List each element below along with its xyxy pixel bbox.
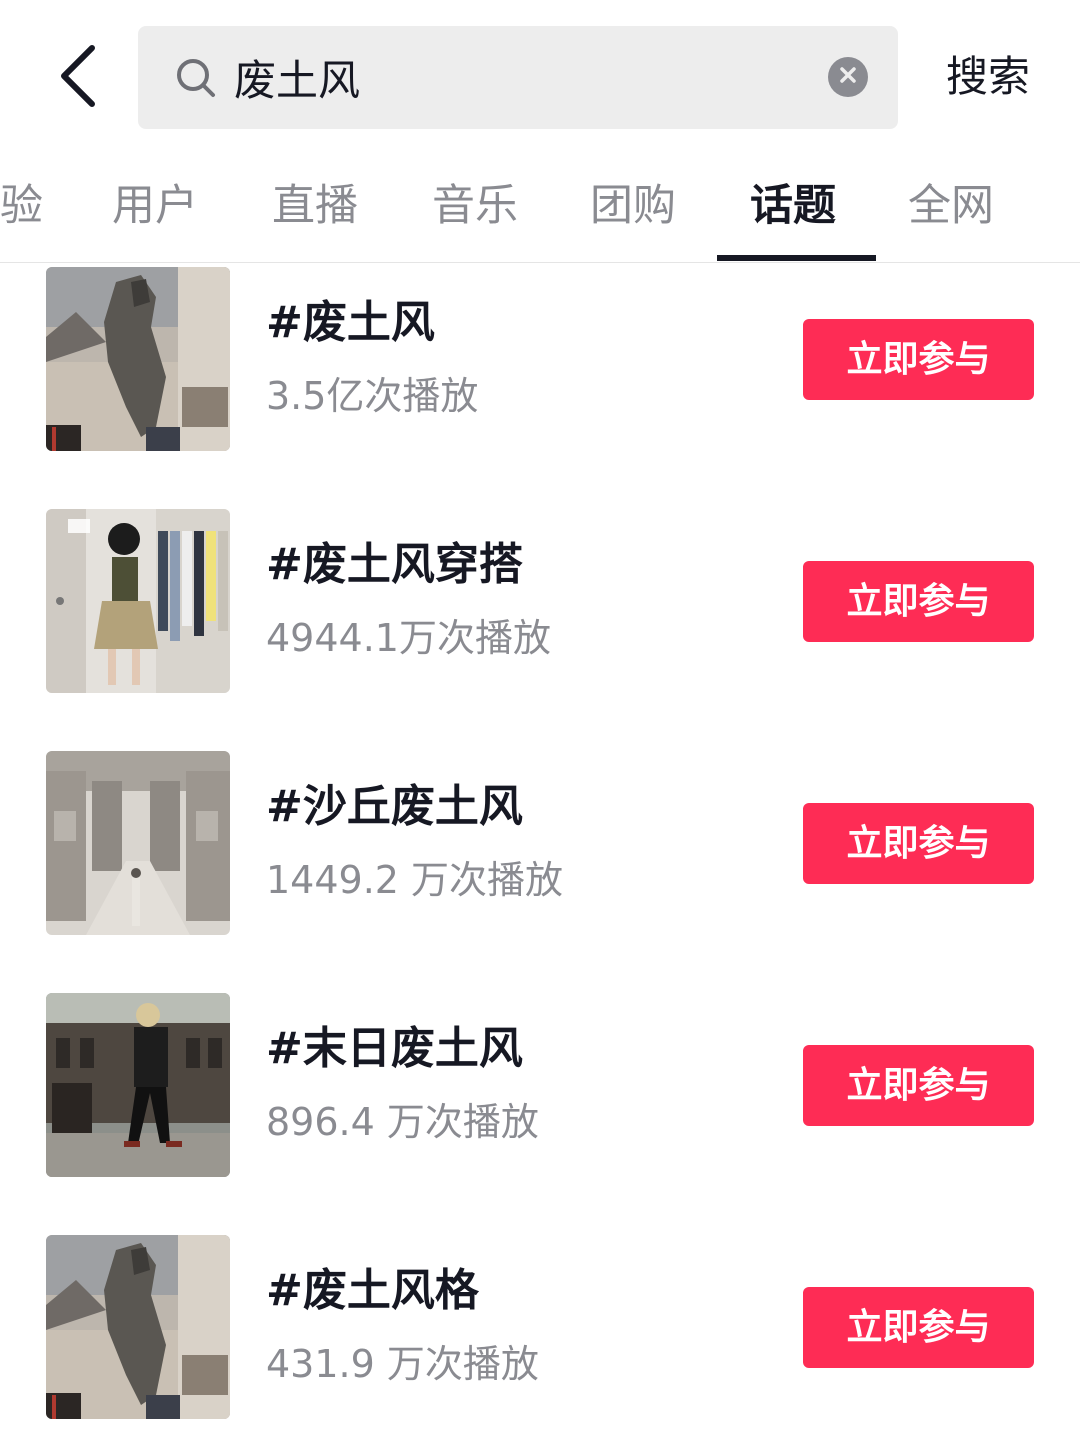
topic-thumbnail[interactable] xyxy=(46,267,230,451)
category-tabs: 验 用户 直播 音乐 团购 话题 全网 xyxy=(0,150,1080,263)
tab-all-web[interactable]: 全网 xyxy=(908,176,994,236)
topic-row[interactable]: #末日废土风 896.4 万次播放 立即参与 xyxy=(0,993,1080,1179)
topic-thumbnail[interactable] xyxy=(46,993,230,1177)
search-input[interactable] xyxy=(234,42,794,112)
join-topic-button[interactable]: 立即参与 xyxy=(803,803,1034,884)
tab-group-buy[interactable]: 团购 xyxy=(590,176,676,236)
close-icon xyxy=(839,66,857,88)
topic-thumbnail[interactable] xyxy=(46,509,230,693)
topic-play-count: 4944.1万次播放 xyxy=(266,616,551,660)
join-topic-button[interactable]: 立即参与 xyxy=(803,561,1034,642)
topic-thumbnail[interactable] xyxy=(46,751,230,935)
topic-title[interactable]: #废土风穿搭 xyxy=(266,535,523,595)
active-tab-indicator xyxy=(717,255,876,261)
join-topic-button[interactable]: 立即参与 xyxy=(803,319,1034,400)
tab-music[interactable]: 音乐 xyxy=(432,176,518,236)
topic-play-count: 896.4 万次播放 xyxy=(266,1100,539,1144)
back-button[interactable] xyxy=(48,40,108,116)
search-icon xyxy=(174,56,218,100)
chevron-left-icon xyxy=(58,44,98,112)
topic-row[interactable]: #沙丘废土风 1449.2 万次播放 立即参与 xyxy=(0,751,1080,937)
topic-title[interactable]: #废土风 xyxy=(266,293,435,353)
search-button[interactable]: 搜索 xyxy=(928,42,1048,112)
topic-title[interactable]: #废土风格 xyxy=(266,1261,479,1321)
tab-users[interactable]: 用户 xyxy=(112,176,198,236)
topic-play-count: 3.5亿次播放 xyxy=(266,374,479,418)
topic-row[interactable]: #废土风穿搭 4944.1万次播放 立即参与 xyxy=(0,509,1080,695)
tab-experience[interactable]: 验 xyxy=(0,176,43,236)
topic-play-count: 431.9 万次播放 xyxy=(266,1342,539,1386)
topic-title[interactable]: #沙丘废土风 xyxy=(266,777,523,837)
join-topic-button[interactable]: 立即参与 xyxy=(803,1045,1034,1126)
topic-row[interactable]: #废土风 3.5亿次播放 立即参与 xyxy=(0,267,1080,453)
join-topic-button[interactable]: 立即参与 xyxy=(803,1287,1034,1368)
clear-search-button[interactable] xyxy=(828,57,868,97)
search-box[interactable] xyxy=(138,26,898,129)
tab-topics[interactable]: 话题 xyxy=(750,176,836,236)
topic-play-count: 1449.2 万次播放 xyxy=(266,858,564,902)
topic-thumbnail[interactable] xyxy=(46,1235,230,1419)
tab-live[interactable]: 直播 xyxy=(272,176,358,236)
top-bar: 搜索 xyxy=(0,0,1080,150)
topic-row[interactable]: #废土风格 431.9 万次播放 立即参与 xyxy=(0,1235,1080,1421)
topic-title[interactable]: #末日废土风 xyxy=(266,1019,523,1079)
